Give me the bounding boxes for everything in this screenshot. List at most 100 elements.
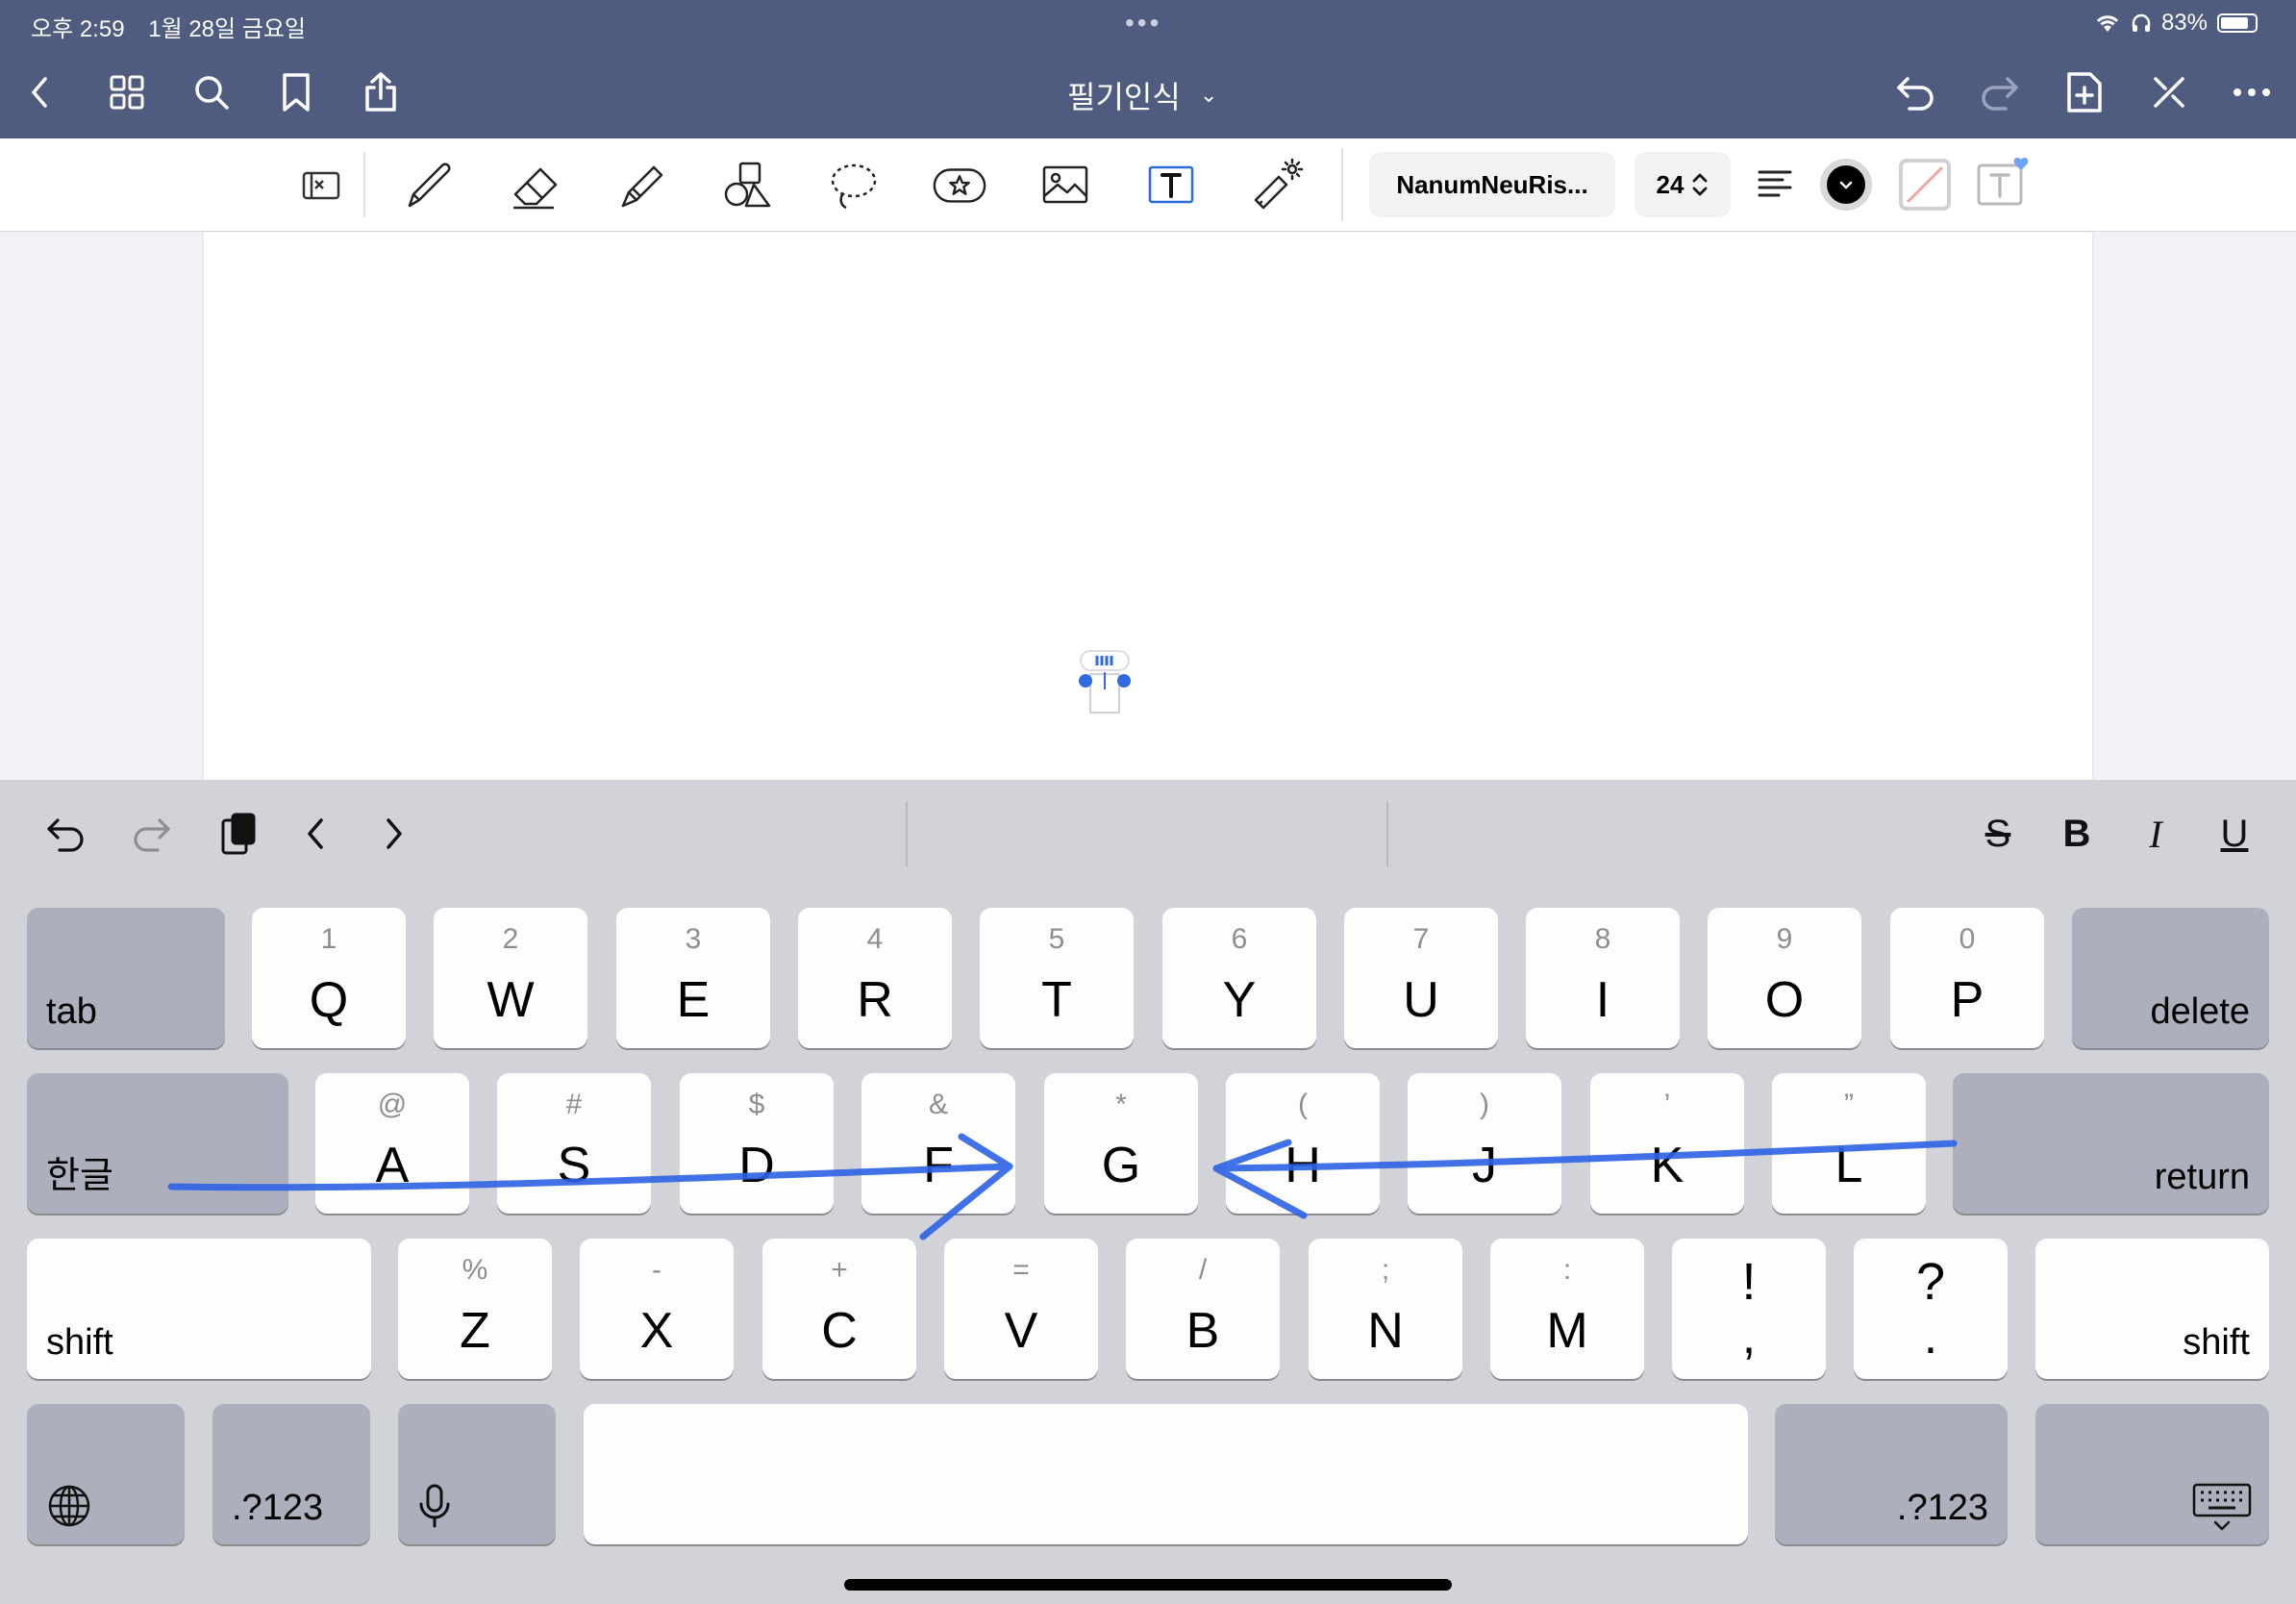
key-row1-1[interactable]: 2W [434,908,587,1048]
strikethrough-button[interactable]: S [1973,809,2023,859]
sticker-tool-button[interactable] [931,156,988,213]
key-row2-1[interactable]: # S [497,1073,651,1214]
search-button[interactable] [188,69,235,115]
key-row2-8[interactable]: ” L [1772,1073,1926,1214]
add-page-button[interactable] [2061,69,2108,115]
bookmark-button[interactable] [273,69,319,115]
text-style-favorites-button[interactable] [1973,156,2031,213]
key-row3-6[interactable]: :M [1490,1239,1644,1379]
shape-tool-button[interactable] [719,156,777,213]
key-row2-0[interactable]: @ A [315,1073,469,1214]
key-row2-4[interactable]: * G [1044,1073,1198,1214]
status-date: 1월 28일 금요일 [148,16,306,42]
italic-button[interactable]: I [2131,809,2181,859]
battery-icon [2217,13,2258,33]
text-cursor-handle-icon[interactable] [1071,647,1138,714]
key-row3-8[interactable]: ?. [1854,1239,2008,1379]
key-secondary-label: 8 [1594,923,1611,955]
shift-left-key[interactable]: shift [27,1239,371,1379]
undo-button[interactable] [1892,69,1938,115]
hangul-key[interactable]: 한글 [27,1073,288,1214]
more-button[interactable] [2229,69,2275,115]
toolbar-divider [363,152,365,217]
key-row1-9[interactable]: 0P [1890,908,2044,1048]
tools-toggle-button[interactable] [2146,69,2192,115]
kb-cursor-right-button[interactable] [369,809,419,859]
key-row3-4[interactable]: / B [1126,1239,1280,1379]
key-row3-3[interactable]: = V [944,1239,1098,1379]
document-title[interactable]: 필기인식 ⌄ [1067,73,1217,117]
key-secondary-label: 6 [1231,923,1248,955]
thumbnails-button[interactable] [104,69,150,115]
dismiss-keyboard-key[interactable] [2035,1404,2269,1544]
key-row3-7[interactable]: !, [1672,1239,1826,1379]
key-row3-1[interactable]: -X [580,1239,734,1379]
key-row1-7[interactable]: 8I [1526,908,1680,1048]
key-row1-0[interactable]: 1Q [252,908,406,1048]
key-row1-6[interactable]: 7U [1344,908,1498,1048]
lasso-tool-button[interactable] [825,156,883,213]
key-row3-0[interactable]: % Z [398,1239,552,1379]
underline-button[interactable]: U [2209,809,2259,859]
shift-right-key[interactable]: shift [2035,1239,2269,1379]
key-row2-5[interactable]: (H [1226,1073,1380,1214]
tab-key[interactable]: tab [27,908,225,1048]
back-button[interactable] [17,69,63,115]
key-primary-label: P [1950,972,1984,1028]
space-key[interactable] [584,1404,1748,1544]
key-secondary-label: ; [1381,1254,1390,1286]
chevron-left-icon [308,818,323,849]
text-color-button[interactable] [1817,156,1875,213]
eraser-icon [513,167,558,210]
globe-key[interactable] [27,1404,185,1544]
multitasking-dots-icon[interactable]: ••• [1125,8,1161,38]
key-secondary-label: 3 [685,923,702,955]
pen-off-icon [2154,77,2184,108]
image-tool-button[interactable] [1036,156,1094,213]
key-secondary-label: ” [1844,1089,1854,1120]
key-secondary-label: ’ [1663,1089,1671,1120]
key-row1-2[interactable]: 3E [616,908,770,1048]
note-page[interactable] [204,232,2092,780]
bold-button[interactable]: B [2052,809,2102,859]
read-only-mode-button[interactable] [292,156,350,213]
dictation-key[interactable] [398,1404,556,1544]
key-primary-label: E [676,972,711,1028]
pen-tool-button[interactable] [400,156,458,213]
key-row1-8[interactable]: 9O [1708,908,1861,1048]
font-selector[interactable]: NanumNeuRis... [1369,152,1615,217]
key-row3-2[interactable]: + C [762,1239,916,1379]
key-row1-3[interactable]: 4R [798,908,952,1048]
numbers-right-label: .?123 [1896,1488,1988,1528]
delete-key[interactable]: delete [2072,908,2269,1048]
no-fill-icon [1899,159,1951,211]
read-only-icon [302,171,340,200]
key-row2-2[interactable]: $ D [680,1073,834,1214]
key-row2-3[interactable]: & F [861,1073,1015,1214]
text-align-button[interactable] [1746,156,1804,213]
eraser-tool-button[interactable] [506,156,563,213]
battery-percent: 83% [2160,10,2208,36]
align-left-icon [1758,170,1792,197]
numbers-right-key[interactable]: .?123 [1775,1404,2008,1544]
key-row2-6[interactable]: ) J [1408,1073,1561,1214]
key-row1-4[interactable]: 5T [980,908,1134,1048]
redo-button[interactable] [1977,69,2023,115]
home-indicator[interactable] [844,1579,1452,1591]
highlighter-tool-button[interactable] [613,156,671,213]
numbers-left-key[interactable]: .?123 [212,1404,370,1544]
share-button[interactable] [358,69,404,115]
text-tool-button[interactable] [1142,156,1200,213]
kb-redo-button[interactable] [127,809,177,859]
font-size-stepper[interactable]: 24 [1635,152,1731,217]
kb-cursor-left-button[interactable] [290,809,340,859]
kb-paste-button[interactable] [213,809,263,859]
key-row3-5[interactable]: ; N [1309,1239,1462,1379]
key-row2-7[interactable]: ’ K [1590,1073,1744,1214]
laser-pointer-button[interactable] [1248,156,1306,213]
redo-icon [134,818,170,852]
highlight-color-button[interactable] [1896,156,1954,213]
key-row1-5[interactable]: 6Y [1162,908,1316,1048]
return-key[interactable]: return [1953,1073,2269,1214]
kb-undo-button[interactable] [40,809,90,859]
